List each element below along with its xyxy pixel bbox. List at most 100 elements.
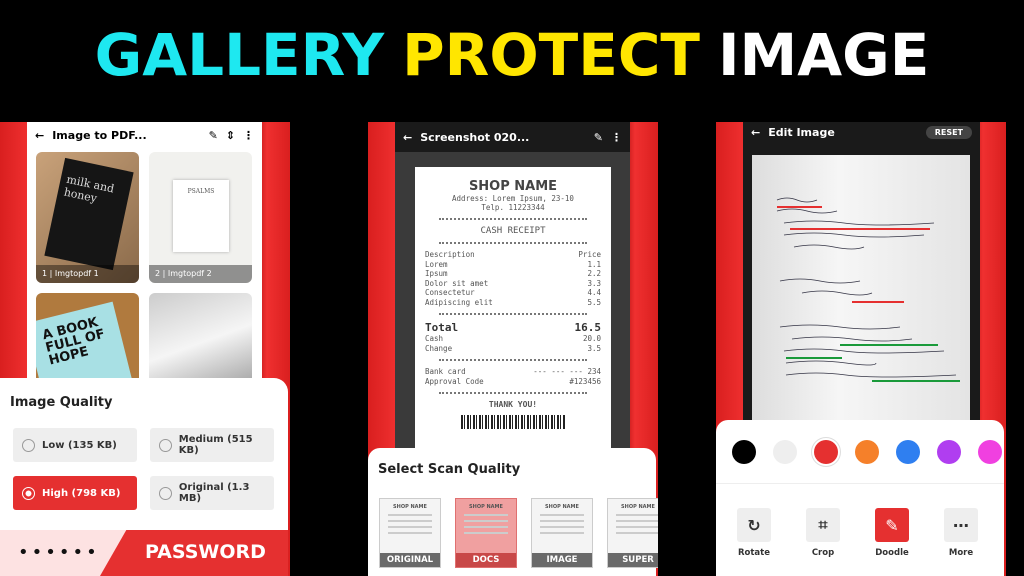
receipt-item: Adipiscing elit 5.5 [425, 298, 601, 308]
color-swatch[interactable] [773, 440, 797, 464]
rotate-icon: ↻ [737, 508, 771, 542]
bank-value: --- --- --- 234 [533, 367, 601, 376]
quality-option-high[interactable]: High (798 KB) [13, 476, 137, 510]
quality-option-original[interactable]: Original (1.3 MB) [150, 476, 274, 510]
more-icon: ⋯ [944, 508, 978, 542]
screen-title: Screenshot 020... [420, 130, 530, 144]
receipt-heading: CASH RECEIPT [480, 226, 546, 236]
password-banner[interactable]: •••••• PASSWORD [0, 530, 288, 576]
scan-quality-super[interactable]: SHOP NAME SUPER [607, 498, 658, 568]
item-price: 4.4 [587, 288, 601, 297]
col-label: Price [578, 250, 601, 259]
headline: GALLERY PROTECT IMAGE [0, 22, 1024, 88]
receipt-item: Lorem 1.1 [425, 260, 601, 270]
approval-label: Approval Code [425, 376, 484, 386]
item-price: 5.5 [587, 297, 601, 307]
option-label: Low (135 KB) [42, 439, 117, 451]
headline-word: PROTECT [402, 21, 700, 89]
quality-option-low[interactable]: Low (135 KB) [13, 428, 137, 462]
shop-name: SHOP NAME [468, 179, 558, 194]
barcode [461, 415, 565, 429]
image-quality-sheet: Image Quality Low (135 KB) Medium (515 K… [0, 378, 288, 576]
thumb-name: Imgtopdf 2 [167, 269, 212, 278]
change-value: 3.5 [587, 343, 601, 353]
back-icon[interactable]: ← [35, 129, 44, 142]
color-swatch[interactable] [732, 440, 756, 464]
change-label: Change [425, 343, 453, 353]
tool-crop[interactable]: ⌗ Crop [793, 508, 853, 558]
color-swatch[interactable] [978, 440, 1002, 464]
item-name: Adipiscing elit [425, 297, 493, 307]
tool-label: More [948, 548, 974, 558]
book-cover: milk and honey [44, 157, 134, 271]
color-swatch[interactable] [896, 440, 920, 464]
edit-icon[interactable]: ✎ [594, 131, 603, 144]
screen-title: Image to PDF... [52, 128, 147, 142]
thumb-name: Imgtopdf 1 [54, 269, 99, 278]
receipt-item: Consectetur 4.4 [425, 288, 601, 298]
quality-option-medium[interactable]: Medium (515 KB) [150, 428, 274, 462]
back-icon[interactable]: ← [751, 126, 760, 139]
sheet-title: Image Quality [10, 395, 113, 410]
edit-tools-sheet: ↻ Rotate ⌗ Crop ✎ Doodle ⋯ More [716, 420, 1004, 576]
item-name: Dolor sit amet [425, 278, 489, 288]
item-price: 3.3 [587, 278, 601, 288]
panel-scan: ← Screenshot 020... ✎ ⋮ SHOP NAME Addres… [368, 122, 658, 576]
tool-label: Doodle [875, 548, 909, 558]
back-icon[interactable]: ← [403, 131, 412, 144]
thumb-index: 1 [42, 269, 48, 278]
item-price: 2.2 [587, 269, 601, 278]
app-header: ← Screenshot 020... ✎ ⋮ [395, 122, 630, 152]
thank-you: THANK YOU! [488, 400, 538, 409]
quality-label: IMAGE [532, 553, 592, 567]
cash-value: 20.0 [582, 334, 601, 343]
app-header: ← Edit Image RESET [743, 122, 980, 142]
headline-word: IMAGE [717, 21, 930, 89]
radio-icon [159, 486, 172, 500]
handwriting-doodle [776, 197, 960, 382]
tool-rotate[interactable]: ↻ Rotate [724, 508, 784, 558]
tool-label: Crop [811, 548, 835, 558]
image-canvas[interactable] [752, 155, 970, 425]
phone: Telp. 11223344 [481, 203, 545, 212]
receipt-item: Dolor sit amet 3.3 [425, 279, 601, 289]
quality-label: ORIGINAL [380, 553, 440, 567]
panel-edit-image: ← Edit Image RESET ↻ Rotate ⌗ Crop ✎ Doodle ⋯ M… [716, 122, 1006, 576]
address: Address: Lorem Ipsum, 23-10 [452, 194, 574, 203]
headline-word: GALLERY [94, 21, 385, 89]
password-dots: •••••• [18, 542, 100, 563]
book-cover: PSALMS [173, 180, 229, 252]
scan-quality-original[interactable]: SHOP NAME ORIGINAL [379, 498, 441, 568]
sort-icon[interactable]: ⇕ [226, 129, 235, 142]
app-header: ← Image to PDF... ✎ ⇕ ⋮ [27, 122, 262, 148]
edit-icon[interactable]: ✎ [209, 129, 218, 142]
tool-label: Rotate [737, 548, 770, 558]
color-swatch[interactable] [814, 440, 838, 464]
reset-button[interactable]: RESET [925, 125, 972, 139]
scan-quality-image[interactable]: SHOP NAME IMAGE [531, 498, 593, 568]
tool-more[interactable]: ⋯ More [931, 508, 991, 558]
item-name: Consectetur [425, 288, 475, 297]
screen-title: Edit Image [768, 125, 835, 139]
password-label: PASSWORD [145, 541, 266, 563]
item-name: Ipsum [425, 269, 448, 278]
panel-image-to-pdf: ← Image to PDF... ✎ ⇕ ⋮ milk and honey 1… [0, 122, 290, 576]
color-swatch[interactable] [937, 440, 961, 464]
option-label: Medium (515 KB) [178, 434, 253, 456]
scan-quality-docs[interactable]: SHOP NAME DOCS [455, 498, 517, 568]
more-icon[interactable]: ⋮ [243, 129, 254, 142]
item-price: 1.1 [587, 259, 601, 269]
sheet-title: Select Scan Quality [378, 462, 521, 477]
tool-doodle[interactable]: ✎ Doodle [862, 508, 922, 558]
approval-value: #123456 [569, 376, 601, 386]
thumbnail[interactable]: PSALMS 2 | Imgtopdf 2 [149, 152, 252, 283]
more-icon[interactable]: ⋮ [611, 131, 622, 144]
cash-label: Cash [425, 334, 444, 343]
radio-icon [22, 438, 35, 452]
item-name: Lorem [425, 259, 448, 269]
receipt-item: Ipsum 2.2 [425, 269, 601, 279]
color-swatch[interactable] [855, 440, 879, 464]
thumbnail[interactable]: milk and honey 1 | Imgtopdf 1 [36, 152, 139, 283]
quality-label: DOCS [456, 553, 516, 567]
brush-icon: ✎ [875, 508, 909, 542]
